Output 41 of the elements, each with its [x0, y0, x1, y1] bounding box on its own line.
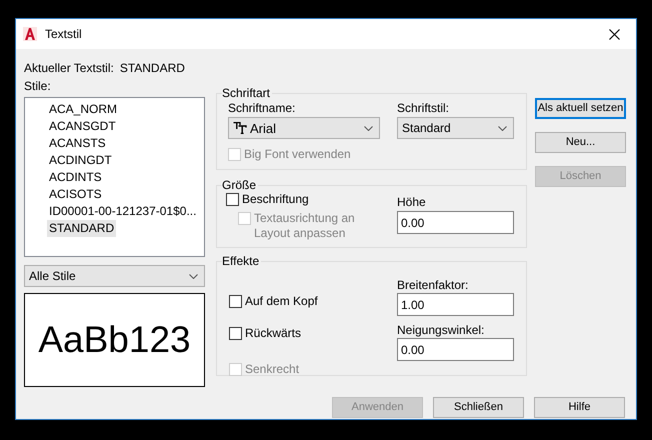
annotative-checkbox[interactable]: Beschriftung	[226, 192, 363, 207]
chevron-icon	[364, 126, 373, 130]
width-factor-label: Breitenfaktor:	[397, 277, 470, 293]
font-style-dropdown[interactable]: Standard	[397, 117, 514, 139]
current-style-label: Aktueller Textstil:	[24, 60, 114, 76]
group-title: Effekte	[222, 254, 260, 268]
style-item[interactable]: ACANSTS	[47, 135, 108, 152]
oblique-angle-field[interactable]: 0.00	[397, 338, 514, 361]
font-name-dropdown[interactable]: Arial	[228, 117, 380, 139]
dialog-button[interactable]: Als aktuell setzen	[535, 98, 626, 119]
preview-text: AaBb123	[38, 318, 191, 362]
window-title: Textstil	[45, 26, 82, 42]
filter-dropdown[interactable]: Alle Stile	[24, 265, 205, 287]
app-icon	[23, 27, 37, 41]
oblique-angle-label: Neigungswinkel:	[397, 322, 486, 338]
style-item[interactable]: ACDINGDT	[47, 152, 114, 169]
width-factor-field[interactable]: 1.00	[397, 293, 514, 316]
styles-list[interactable]: ACA_NORM ACANSGDT ACANSTS ACDINGDT ACDINTS ACISOTS ID00001-00-121237-01$0... STANDARD	[24, 97, 205, 257]
dialog-button[interactable]: Neu...	[535, 132, 626, 153]
chevron-icon	[498, 126, 507, 130]
height-label: Höhe	[397, 194, 427, 210]
font-icon	[233, 122, 247, 134]
dialog-button[interactable]: Schließen	[433, 397, 524, 418]
font-style-label: Schriftstil:	[397, 100, 450, 116]
styles-label: Stile:	[24, 78, 52, 94]
style-item[interactable]: ACA_NORM	[47, 101, 120, 118]
style-item[interactable]: ID00001-00-121237-01$0...	[47, 203, 198, 220]
style-item[interactable]: ACANSGDT	[47, 118, 118, 135]
dialog-button[interactable]: Hilfe	[534, 397, 625, 418]
group-title: Größe	[222, 178, 258, 192]
style-item[interactable]: ACISOTS	[47, 186, 104, 203]
style-item[interactable]: ACDINTS	[47, 169, 104, 186]
close-icon	[608, 28, 620, 40]
chevron-icon	[189, 274, 198, 278]
font-name-label: Schriftname:	[228, 100, 296, 116]
current-style-value: STANDARD	[120, 60, 185, 76]
effect-checkbox[interactable]: Auf dem Kopf	[229, 294, 318, 309]
group-title: Schriftart	[222, 86, 272, 100]
style-item[interactable]: STANDARD	[47, 220, 116, 237]
height-field[interactable]: 0.00	[397, 211, 514, 234]
effect-checkbox[interactable]: Rückwärts	[229, 326, 318, 341]
